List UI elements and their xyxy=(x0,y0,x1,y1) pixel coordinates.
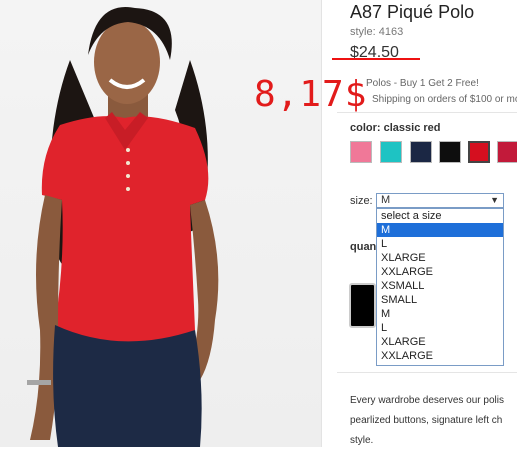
size-option[interactable]: XXLARGE xyxy=(377,349,503,363)
product-style: style: 4163 xyxy=(350,26,404,38)
color-swatch[interactable] xyxy=(468,141,490,163)
size-option[interactable]: M xyxy=(377,307,503,321)
section-divider xyxy=(337,112,517,113)
description-line: style. xyxy=(350,435,374,446)
size-selected-value: M xyxy=(381,194,391,206)
quantity-control[interactable] xyxy=(349,283,376,328)
size-option[interactable]: XXLARGE xyxy=(377,265,503,279)
size-option[interactable]: L xyxy=(377,321,503,335)
description-line: Every wardrobe deserves our polis xyxy=(350,395,504,406)
promo-text[interactable]: Polos - Buy 1 Get 2 Free! xyxy=(366,78,479,89)
product-title: A87 Piqué Polo xyxy=(350,2,475,22)
color-swatch[interactable] xyxy=(380,141,402,163)
shipping-text[interactable]: Shipping on orders of $100 or mo xyxy=(372,94,517,105)
price-strikethrough xyxy=(332,58,420,60)
product-description: Every wardrobe deserves our polis pearli… xyxy=(350,391,517,451)
size-option[interactable]: select a size xyxy=(377,209,503,223)
model-illustration xyxy=(27,6,219,447)
product-photo xyxy=(0,0,321,447)
size-option[interactable]: XLARGE xyxy=(377,251,503,265)
color-swatch[interactable] xyxy=(497,141,517,163)
size-option[interactable]: L xyxy=(377,237,503,251)
description-line: pearlized buttons, signature left ch xyxy=(350,415,503,426)
dropdown-arrow-icon: ▼ xyxy=(490,195,499,205)
size-option[interactable]: SMALL xyxy=(377,293,503,307)
size-option[interactable]: M xyxy=(377,223,503,237)
panel-divider xyxy=(321,0,322,447)
color-value: classic red xyxy=(383,122,441,134)
size-option[interactable]: XSMALL xyxy=(377,279,503,293)
overlay-price: 8,17$ xyxy=(254,74,368,115)
color-swatch[interactable] xyxy=(350,141,372,163)
size-dropdown-list[interactable]: select a size M L XLARGE XXLARGE XSMALL SMALL M… xyxy=(376,208,504,366)
size-select[interactable]: M ▼ xyxy=(376,193,504,208)
size-label: size: xyxy=(350,195,373,207)
color-label: color: classic red xyxy=(350,122,441,134)
color-label-text: color: xyxy=(350,122,381,134)
quantity-label: quan xyxy=(350,241,377,253)
color-swatch[interactable] xyxy=(439,141,461,163)
color-swatch[interactable] xyxy=(410,141,432,163)
size-option[interactable]: XLARGE xyxy=(377,335,503,349)
section-divider xyxy=(337,372,517,373)
